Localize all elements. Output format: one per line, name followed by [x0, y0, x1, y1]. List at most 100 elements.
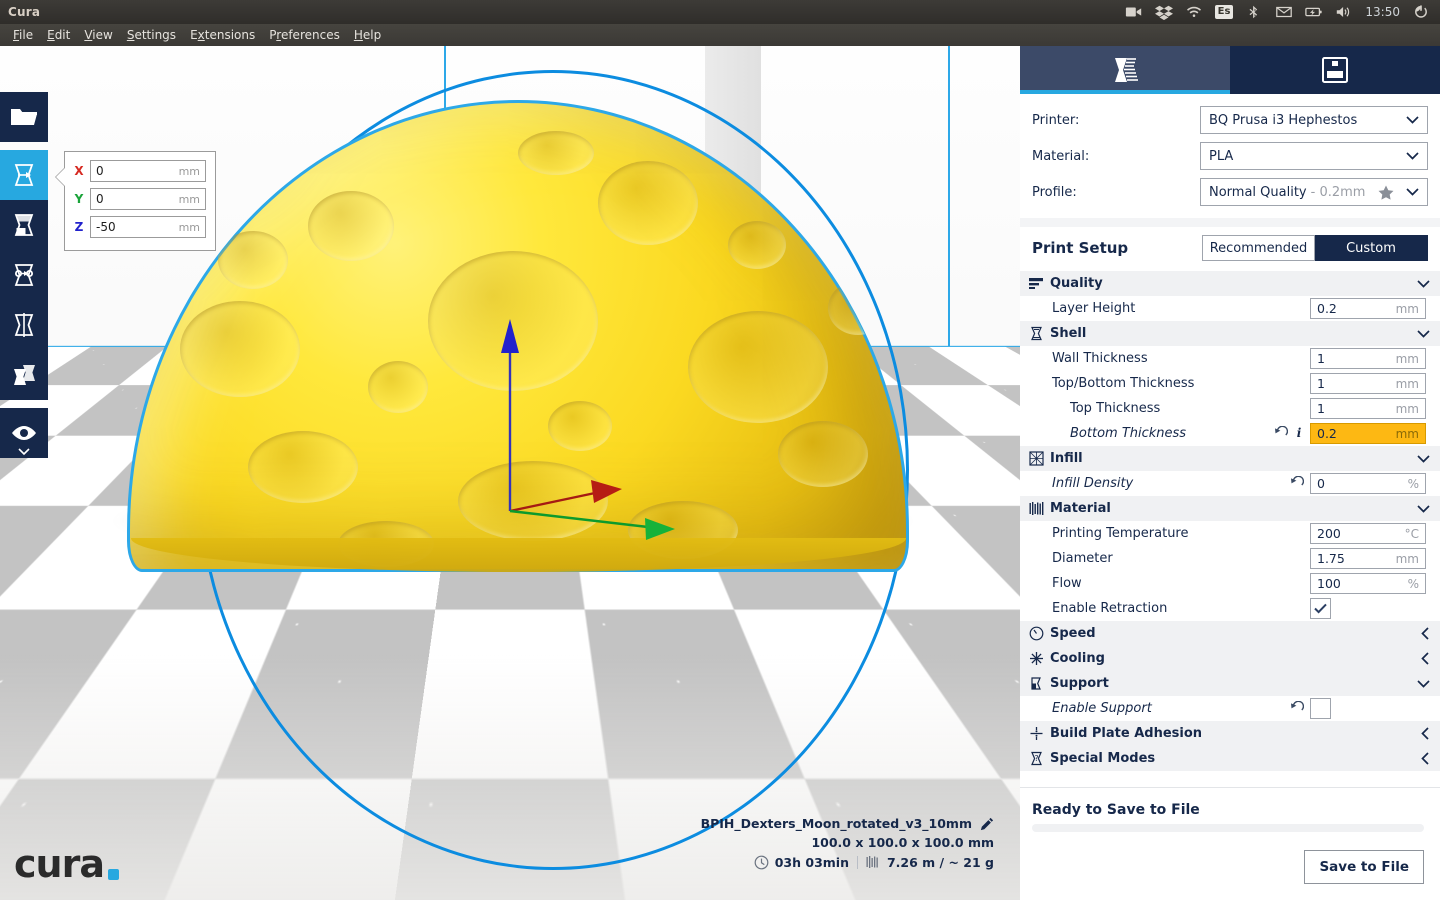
menu-settings[interactable]: Settings — [120, 26, 183, 44]
move-y-row[interactable]: Y 0 mm — [74, 188, 206, 210]
mode-custom-button[interactable]: Custom — [1315, 235, 1428, 261]
tab-monitor[interactable] — [1230, 46, 1440, 94]
setting-value: 200 — [1317, 526, 1405, 541]
settings-category-infill[interactable]: Infill — [1020, 446, 1440, 471]
screen-recorder-icon[interactable] — [1125, 4, 1143, 20]
setting-label: Top Thickness — [1026, 401, 1310, 416]
setting-row-layer-height[interactable]: Layer Height0.2mm — [1020, 296, 1440, 321]
setting-unit: mm — [1396, 377, 1419, 391]
revert-button[interactable] — [1274, 424, 1288, 443]
menu-extensions[interactable]: Extensions — [183, 26, 262, 44]
edit-pencil-icon[interactable] — [980, 817, 994, 831]
model-stats-row: 03h 03min 7.26 m / ~ 21 g — [701, 853, 994, 872]
setting-input[interactable]: 0.2mm — [1310, 423, 1426, 444]
move-x-row[interactable]: X 0 mm — [74, 160, 206, 182]
setting-row-flow[interactable]: Flow100% — [1020, 571, 1440, 596]
settings-category-support[interactable]: Support — [1020, 671, 1440, 696]
setting-input[interactable]: 100% — [1310, 573, 1426, 594]
setting-row-bottom-thickness[interactable]: Bottom Thickness i 0.2mm — [1020, 421, 1440, 446]
material-select[interactable]: PLA — [1200, 142, 1428, 170]
setting-unit: % — [1408, 577, 1419, 591]
setting-input[interactable]: 0% — [1310, 473, 1426, 494]
setting-unit: °C — [1405, 527, 1419, 541]
mirror-tool-button[interactable] — [0, 300, 48, 350]
setting-input[interactable]: 1.75mm — [1310, 548, 1426, 569]
setting-row-infill-density[interactable]: Infill Density0% — [1020, 471, 1440, 496]
settings-category-speed[interactable]: Speed — [1020, 621, 1440, 646]
per-model-settings-button[interactable] — [0, 350, 48, 400]
profile-select[interactable]: Normal Quality - 0.2mm — [1200, 178, 1428, 206]
check-icon — [1314, 603, 1327, 614]
setting-row-printing-temperature[interactable]: Printing Temperature200°C — [1020, 521, 1440, 546]
settings-category-build-plate-adhesion[interactable]: Build Plate Adhesion — [1020, 721, 1440, 746]
setting-input[interactable]: 1mm — [1310, 348, 1426, 369]
star-icon[interactable] — [1378, 185, 1394, 200]
mail-icon[interactable] — [1275, 4, 1293, 20]
settings-category-special-modes[interactable]: ?Special Modes — [1020, 746, 1440, 771]
cooling-icon — [1029, 651, 1044, 666]
info-button[interactable]: i — [1294, 424, 1304, 443]
settings-category-quality[interactable]: Quality — [1020, 271, 1440, 296]
chevron-left-icon — [1421, 627, 1430, 640]
dropbox-icon[interactable] — [1155, 4, 1173, 20]
chevron-down-icon — [1406, 152, 1419, 160]
setting-row-diameter[interactable]: Diameter1.75mm — [1020, 546, 1440, 571]
material-value: PLA — [1209, 149, 1233, 164]
setting-row-enable-retraction[interactable]: Enable Retraction — [1020, 596, 1440, 621]
shell-icon — [1029, 326, 1044, 341]
save-to-file-button[interactable]: Save to File — [1304, 850, 1424, 884]
setting-input[interactable]: 1mm — [1310, 373, 1426, 394]
tab-prepare[interactable] — [1020, 46, 1230, 94]
setting-input[interactable]: 200°C — [1310, 523, 1426, 544]
setting-row-top-bottom-thickness[interactable]: Top/Bottom Thickness1mm — [1020, 371, 1440, 396]
move-y-input[interactable]: 0 mm — [90, 188, 206, 210]
model-name-row: BPIH_Dexters_Moon_rotated_v3_10mm — [701, 814, 994, 833]
setting-label: Bottom Thickness — [1026, 426, 1274, 441]
wifi-icon[interactable] — [1185, 4, 1203, 20]
revert-button[interactable] — [1290, 699, 1304, 718]
menu-preferences[interactable]: Preferences — [262, 26, 347, 44]
menu-edit[interactable]: Edit — [40, 26, 77, 44]
chevron-down-icon — [1417, 455, 1430, 463]
setting-value: 1 — [1317, 376, 1396, 391]
settings-category-cooling[interactable]: Cooling — [1020, 646, 1440, 671]
gizmo-y-axis — [510, 511, 648, 527]
bluetooth-icon[interactable] — [1245, 4, 1263, 20]
battery-icon[interactable] — [1305, 4, 1323, 20]
move-gizmo[interactable] — [460, 311, 720, 541]
setting-checkbox[interactable] — [1310, 698, 1331, 719]
model-info-overlay: BPIH_Dexters_Moon_rotated_v3_10mm 100.0 … — [701, 814, 994, 872]
scale-tool-button[interactable] — [0, 200, 48, 250]
power-icon[interactable] — [1412, 4, 1430, 20]
menu-help[interactable]: Help — [347, 26, 388, 44]
move-z-input[interactable]: -50 mm — [90, 216, 206, 238]
move-tool-panel[interactable]: X 0 mm Y 0 mm Z -50 mm — [64, 151, 216, 251]
revert-button[interactable] — [1290, 474, 1304, 493]
settings-category-material[interactable]: Material — [1020, 496, 1440, 521]
keyboard-layout-icon[interactable]: Es — [1215, 5, 1234, 19]
setting-row-wall-thickness[interactable]: Wall Thickness1mm — [1020, 346, 1440, 371]
move-z-row[interactable]: Z -50 mm — [74, 216, 206, 238]
revert-icon — [1274, 426, 1288, 439]
menu-file[interactable]: FFileile — [6, 26, 40, 44]
move-tool-button[interactable] — [0, 150, 48, 200]
menu-view[interactable]: View — [77, 26, 119, 44]
setting-checkbox[interactable] — [1310, 598, 1331, 619]
setting-row-enable-support[interactable]: Enable Support — [1020, 696, 1440, 721]
open-file-button[interactable] — [0, 92, 48, 142]
view-mode-button[interactable] — [0, 408, 48, 458]
model-name: BPIH_Dexters_Moon_rotated_v3_10mm — [701, 814, 972, 833]
mode-recommended-button[interactable]: Recommended — [1202, 235, 1315, 261]
volume-icon[interactable] — [1335, 4, 1353, 20]
move-x-input[interactable]: 0 mm — [90, 160, 206, 182]
print-time: 03h 03min — [775, 853, 849, 872]
adhesion-icon-wrap — [1026, 726, 1046, 741]
settings-category-shell[interactable]: Shell — [1020, 321, 1440, 346]
print-setup-mode-toggle: Recommended Custom — [1202, 235, 1428, 261]
setting-input[interactable]: 0.2mm — [1310, 298, 1426, 319]
setting-row-top-thickness[interactable]: Top Thickness1mm — [1020, 396, 1440, 421]
setting-input[interactable]: 1mm — [1310, 398, 1426, 419]
printer-select[interactable]: BQ Prusa i3 Hephestos — [1200, 106, 1428, 134]
3d-viewport[interactable]: X 0 mm Y 0 mm Z -50 mm — [0, 46, 1020, 900]
rotate-tool-button[interactable] — [0, 250, 48, 300]
